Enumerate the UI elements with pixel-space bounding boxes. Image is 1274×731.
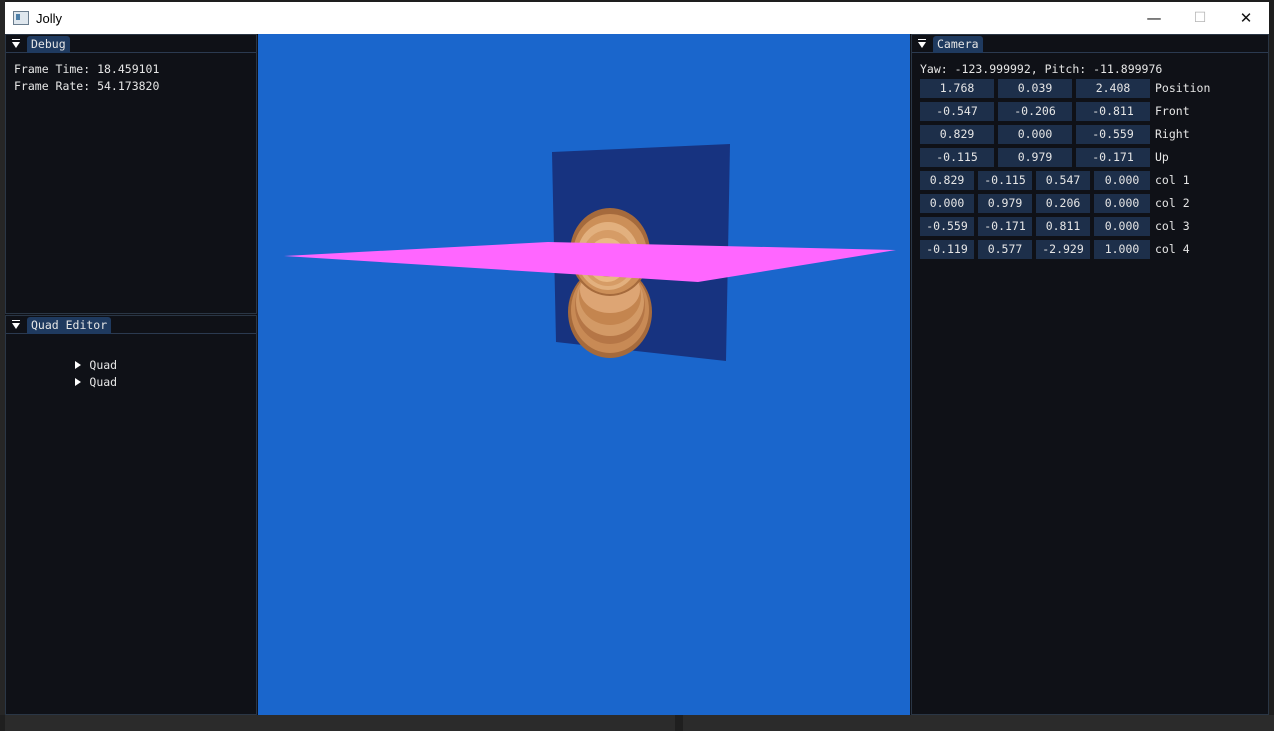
collapse-triangle-icon[interactable] [11, 38, 21, 50]
matrix-col-label: col 1 [1155, 173, 1190, 187]
frame-rate-text: Frame Rate: 54.173820 [14, 79, 160, 93]
close-button[interactable]: ✕ [1223, 2, 1269, 34]
matrix-cell[interactable]: 0.000 [1094, 171, 1150, 190]
camera-panel-header[interactable]: Camera [912, 35, 1268, 53]
matrix-cell[interactable]: 0.206 [1036, 194, 1090, 213]
window-title: Jolly [36, 10, 63, 26]
matrix-cell[interactable]: -0.559 [920, 217, 974, 236]
matrix-cell[interactable]: 0.829 [920, 171, 974, 190]
right-y-field[interactable]: 0.000 [998, 125, 1072, 144]
matrix-cell[interactable]: -0.115 [978, 171, 1032, 190]
right-z-field[interactable]: -0.559 [1076, 125, 1150, 144]
matrix-cell[interactable]: -0.119 [920, 240, 974, 259]
up-z-field[interactable]: -0.171 [1076, 148, 1150, 167]
matrix-col-label: col 2 [1155, 196, 1190, 210]
position-x-field[interactable]: 1.768 [920, 79, 994, 98]
up-label: Up [1155, 150, 1169, 164]
tree-arrow-icon [75, 378, 82, 386]
matrix-cell[interactable]: -2.929 [1036, 240, 1090, 259]
scene-render [284, 144, 896, 361]
matrix-cell[interactable]: 0.000 [1094, 194, 1150, 213]
quad-editor-panel-header[interactable]: Quad Editor [6, 316, 256, 334]
matrix-cell[interactable]: 0.000 [1094, 217, 1150, 236]
matrix-cell[interactable]: -0.171 [978, 217, 1032, 236]
debug-panel: Debug Frame Time: 18.459101 Frame Rate: … [5, 34, 257, 314]
matrix-cell[interactable]: 0.000 [920, 194, 974, 213]
quad-editor-panel: Quad Editor Quad Quad [5, 315, 257, 715]
app-window-icon [13, 11, 29, 25]
position-label: Position [1155, 81, 1211, 95]
camera-panel: Camera Yaw: -123.999992, Pitch: -11.8999… [911, 34, 1269, 715]
scene-viewport[interactable] [258, 34, 910, 715]
matrix-col-label: col 4 [1155, 242, 1190, 256]
debug-panel-header[interactable]: Debug [6, 35, 256, 53]
right-x-field[interactable]: 0.829 [920, 125, 994, 144]
position-y-field[interactable]: 0.039 [998, 79, 1072, 98]
desktop-background-bottom [0, 715, 1274, 731]
maximize-button[interactable]: ☐ [1177, 2, 1223, 34]
matrix-cell[interactable]: 0.811 [1036, 217, 1090, 236]
matrix-col-label: col 3 [1155, 219, 1190, 233]
right-label: Right [1155, 127, 1190, 141]
collapse-triangle-icon[interactable] [11, 319, 21, 331]
yaw-pitch-text: Yaw: -123.999992, Pitch: -11.899976 [920, 62, 1163, 76]
camera-tab[interactable]: Camera [933, 36, 983, 53]
up-y-field[interactable]: 0.979 [998, 148, 1072, 167]
minimize-button[interactable]: — [1131, 2, 1177, 34]
front-x-field[interactable]: -0.547 [920, 102, 994, 121]
title-bar[interactable]: Jolly — ☐ ✕ [5, 2, 1269, 34]
quad-tree-node[interactable]: Quad [20, 357, 117, 389]
matrix-cell[interactable]: 1.000 [1094, 240, 1150, 259]
quad-tree-node[interactable]: Quad [20, 340, 117, 372]
quad-tree-label: Quad [89, 375, 118, 389]
quad-editor-tab[interactable]: Quad Editor [27, 317, 112, 334]
front-y-field[interactable]: -0.206 [998, 102, 1072, 121]
app-window: Jolly — ☐ ✕ Debug Frame Time: 18.459101 … [5, 2, 1269, 715]
position-z-field[interactable]: 2.408 [1076, 79, 1150, 98]
front-label: Front [1155, 104, 1190, 118]
up-x-field[interactable]: -0.115 [920, 148, 994, 167]
matrix-cell[interactable]: 0.547 [1036, 171, 1090, 190]
front-z-field[interactable]: -0.811 [1076, 102, 1150, 121]
client-area: Debug Frame Time: 18.459101 Frame Rate: … [5, 34, 1269, 715]
debug-tab[interactable]: Debug [27, 36, 70, 53]
matrix-cell[interactable]: 0.577 [978, 240, 1032, 259]
collapse-triangle-icon[interactable] [917, 38, 927, 50]
matrix-cell[interactable]: 0.979 [978, 194, 1032, 213]
frame-time-text: Frame Time: 18.459101 [14, 62, 160, 76]
